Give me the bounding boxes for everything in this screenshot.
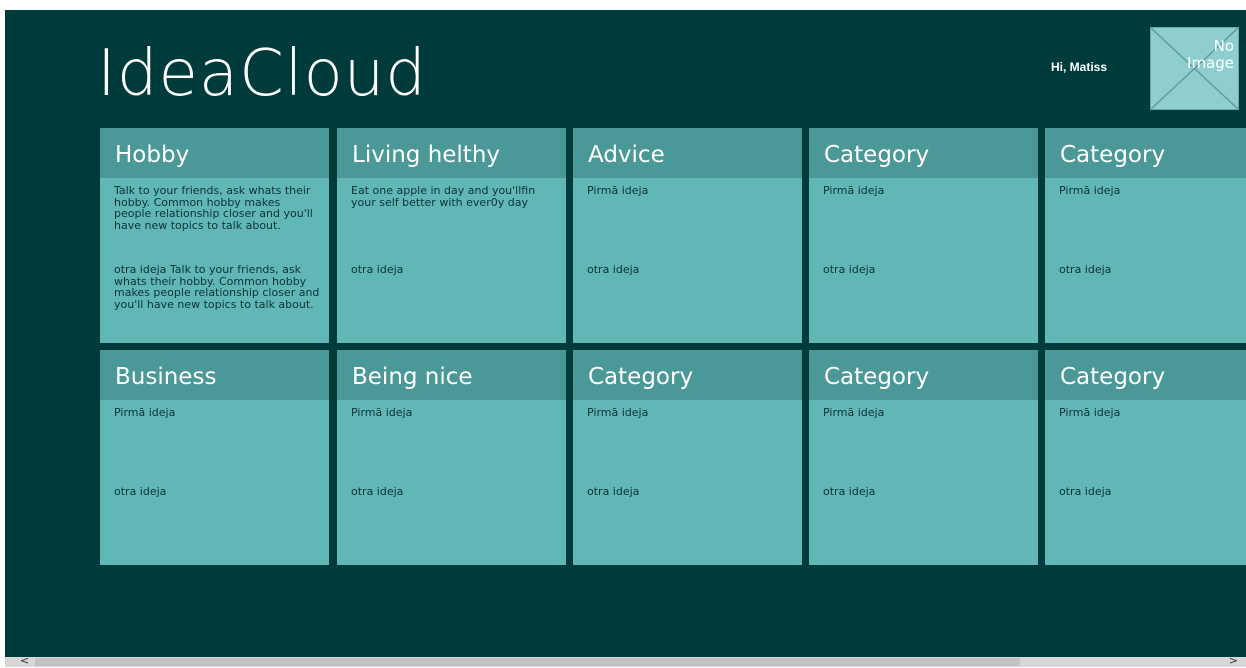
app-window: IdeaCloud Hi, Matiss No Image Hobby Talk… — [5, 10, 1246, 667]
app-title: IdeaCloud — [97, 37, 427, 111]
category-tile[interactable]: Category Pirmā ideja otra ideja — [573, 350, 802, 565]
tile-header: Category — [1045, 350, 1246, 400]
tile-title: Hobby — [115, 142, 190, 168]
category-tile-living-helthy[interactable]: Living helthy Eat one apple in day and y… — [337, 128, 566, 343]
tile-title: Category — [588, 364, 694, 390]
user-greeting: Hi, Matiss — [1051, 60, 1108, 74]
category-tile[interactable]: Category Pirmā ideja otra ideja — [809, 128, 1038, 343]
tile-header: Being nice — [337, 350, 566, 400]
category-tile[interactable]: Category Pirmā ideja otra ideja — [1045, 128, 1246, 343]
avatar[interactable]: No Image — [1150, 27, 1239, 110]
scrollbar-thumb[interactable] — [35, 658, 1020, 666]
tile-header: Advice — [573, 128, 802, 178]
tile-header: Category — [809, 350, 1038, 400]
idea-first[interactable]: Pirmā ideja — [823, 407, 1029, 419]
idea-second[interactable]: otra ideja — [823, 486, 1029, 498]
idea-second[interactable]: otra ideja — [587, 486, 793, 498]
idea-first[interactable]: Pirmā ideja — [823, 185, 1029, 197]
tile-title: Business — [115, 364, 217, 390]
category-tile-being-nice[interactable]: Being nice Pirmā ideja otra ideja — [337, 350, 566, 565]
idea-second[interactable]: otra ideja — [1059, 264, 1246, 276]
tile-title: Category — [824, 142, 930, 168]
idea-first[interactable]: Pirmā ideja — [351, 407, 557, 419]
idea-second[interactable]: otra ideja — [823, 264, 1029, 276]
idea-first[interactable]: Pirmā ideja — [1059, 407, 1246, 419]
tile-header: Business — [100, 350, 329, 400]
scroll-right-arrow-icon[interactable]: > — [1229, 654, 1238, 668]
idea-second[interactable]: otra ideja — [587, 264, 793, 276]
tile-header: Category — [1045, 128, 1246, 178]
idea-first[interactable]: Pirmā ideja — [114, 407, 320, 419]
scroll-left-arrow-icon[interactable]: < — [20, 654, 29, 668]
tile-title: Living helthy — [352, 142, 501, 168]
tile-header: Living helthy — [337, 128, 566, 178]
idea-first[interactable]: Pirmā ideja — [1059, 185, 1246, 197]
category-tile-advice[interactable]: Advice Pirmā ideja otra ideja — [573, 128, 802, 343]
idea-second[interactable]: otra ideja — [1059, 486, 1246, 498]
tile-header: Category — [809, 128, 1038, 178]
idea-second[interactable]: otra ideja Talk to your friends, ask wha… — [114, 264, 320, 310]
idea-second[interactable]: otra ideja — [114, 486, 320, 498]
tile-title: Advice — [588, 142, 665, 168]
idea-first[interactable]: Pirmā ideja — [587, 407, 793, 419]
idea-second[interactable]: otra ideja — [351, 486, 557, 498]
tile-header: Hobby — [100, 128, 329, 178]
avatar-text: No Image — [1187, 37, 1234, 72]
category-tile-business[interactable]: Business Pirmā ideja otra ideja — [100, 350, 329, 565]
tile-title: Being nice — [352, 364, 473, 390]
idea-first[interactable]: Eat one apple in day and you'llfin your … — [351, 185, 557, 208]
idea-first[interactable]: Talk to your friends, ask whats their ho… — [114, 185, 320, 231]
tile-title: Category — [1060, 142, 1166, 168]
horizontal-scrollbar[interactable]: < > — [5, 654, 1246, 668]
category-tile[interactable]: Category Pirmā ideja otra ideja — [1045, 350, 1246, 565]
category-tile-hobby[interactable]: Hobby Talk to your friends, ask whats th… — [100, 128, 329, 343]
category-tile[interactable]: Category Pirmā ideja otra ideja — [809, 350, 1038, 565]
tile-header: Category — [573, 350, 802, 400]
idea-first[interactable]: Pirmā ideja — [587, 185, 793, 197]
idea-second[interactable]: otra ideja — [351, 264, 557, 276]
tile-title: Category — [824, 364, 930, 390]
tile-title: Category — [1060, 364, 1166, 390]
